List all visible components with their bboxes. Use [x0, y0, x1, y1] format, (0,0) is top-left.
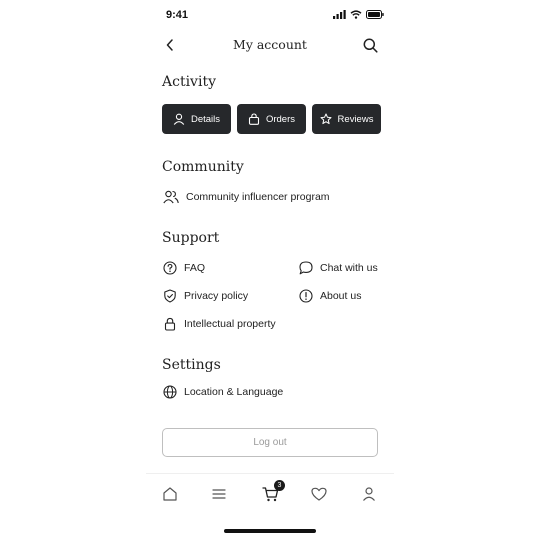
profile-icon	[363, 487, 375, 501]
user-icon	[173, 113, 185, 125]
wifi-icon	[350, 10, 362, 19]
tab-menu[interactable]	[209, 484, 229, 504]
location-language-item[interactable]: Location & Language	[163, 385, 283, 399]
tab-profile[interactable]	[359, 484, 379, 504]
chat-with-us-item[interactable]: Chat with us	[299, 261, 378, 275]
faq-item[interactable]: FAQ	[163, 261, 205, 275]
page-title: My account	[233, 37, 307, 52]
location-language-label: Location & Language	[184, 386, 284, 398]
chat-bubble-icon	[299, 261, 313, 275]
orders-label: Orders	[265, 113, 296, 125]
about-us-item[interactable]: About us	[299, 289, 361, 303]
home-icon	[163, 487, 177, 501]
battery-icon	[366, 10, 384, 19]
details-label: Details	[190, 113, 221, 125]
tab-wishlist[interactable]	[309, 484, 329, 504]
search-icon	[363, 38, 378, 53]
globe-icon	[163, 385, 177, 399]
home-indicator	[224, 529, 316, 533]
reviews-label: Reviews	[337, 113, 374, 125]
orders-button[interactable]: Orders	[237, 104, 306, 134]
status-time: 9:41	[166, 9, 189, 21]
community-influencer-item[interactable]: Community influencer program	[163, 190, 330, 204]
menu-icon	[212, 489, 226, 499]
privacy-policy-item[interactable]: Privacy policy	[163, 289, 248, 303]
star-icon	[320, 113, 332, 125]
details-button[interactable]: Details	[162, 104, 231, 134]
users-icon	[163, 190, 179, 204]
activity-buttons: Details Orders Reviews	[162, 104, 381, 134]
header: My account	[146, 33, 394, 57]
tab-bar: 3	[146, 473, 394, 514]
phone-screen: 9:41 My account Activity Details Orders …	[146, 0, 394, 540]
tab-cart[interactable]: 3	[260, 480, 285, 504]
logout-button[interactable]: Log out	[162, 428, 378, 457]
community-influencer-label: Community influencer program	[186, 191, 330, 203]
bag-icon	[248, 113, 260, 125]
shield-check-icon	[164, 289, 176, 303]
settings-title: Settings	[162, 357, 221, 373]
intellectual-property-item[interactable]: Intellectual property	[163, 317, 276, 331]
lock-icon	[164, 317, 176, 331]
search-button[interactable]	[360, 35, 380, 55]
chat-with-us-label: Chat with us	[320, 262, 378, 274]
about-us-label: About us	[320, 290, 362, 302]
community-title: Community	[162, 159, 244, 175]
intellectual-property-label: Intellectual property	[184, 318, 276, 330]
support-title: Support	[162, 230, 220, 246]
heart-icon	[311, 487, 327, 501]
faq-label: FAQ	[184, 262, 206, 274]
activity-title: Activity	[162, 74, 216, 90]
help-circle-icon	[163, 261, 177, 275]
reviews-button[interactable]: Reviews	[312, 104, 381, 134]
tab-home[interactable]	[160, 484, 180, 504]
cart-count-badge: 3	[274, 480, 285, 491]
status-icons	[333, 10, 384, 19]
status-bar: 9:41	[146, 8, 394, 24]
signal-icon	[333, 10, 346, 19]
privacy-policy-label: Privacy policy	[184, 290, 249, 302]
alert-circle-icon	[299, 289, 313, 303]
